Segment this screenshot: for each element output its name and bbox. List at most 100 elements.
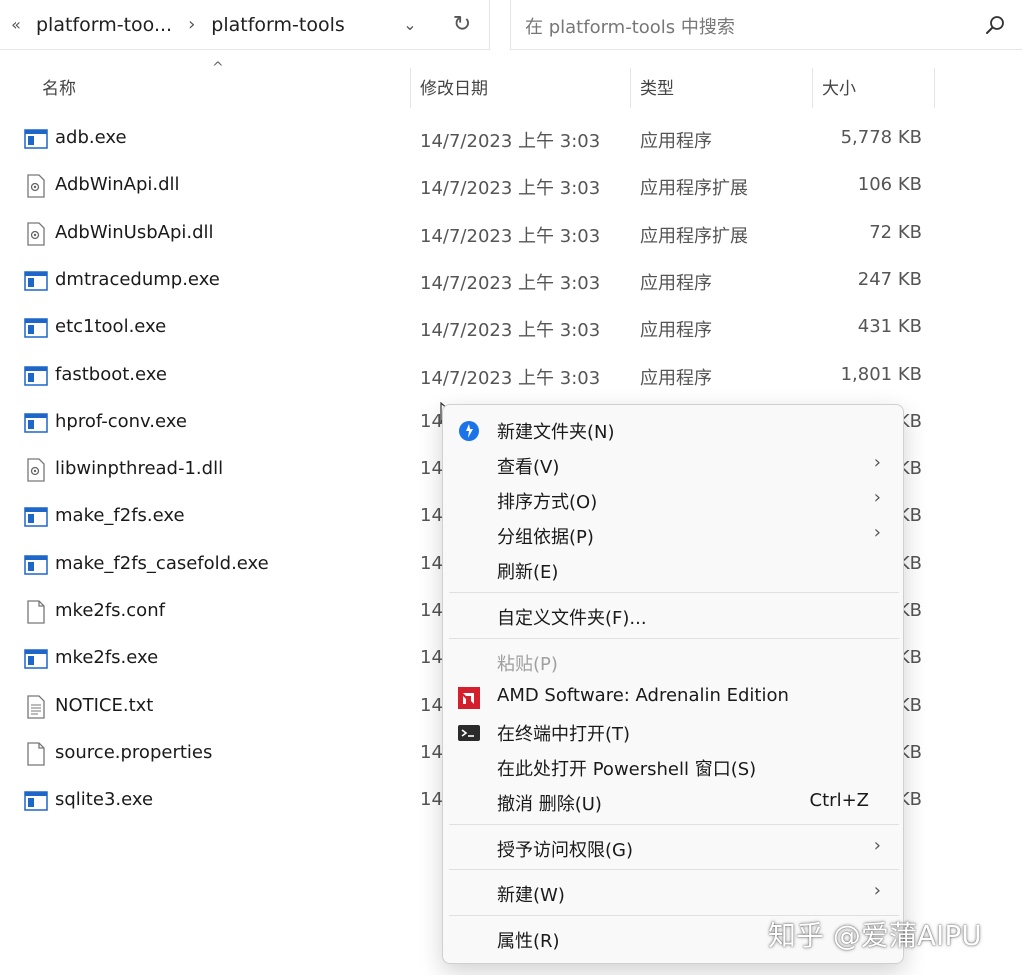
- dll-icon: [24, 221, 48, 246]
- exe-icon: [24, 553, 48, 577]
- breadcrumb-item-parent[interactable]: platform-too...: [28, 14, 180, 36]
- file-row[interactable]: dmtracedump.exe 14/7/2023 上午 3:03 应用程序 247 …: [0, 257, 940, 304]
- chevron-down-icon[interactable]: ⌄: [398, 13, 422, 37]
- file-row[interactable]: fastboot.exe 14/7/2023 上午 3:03 应用程序 1,801 K…: [0, 352, 940, 399]
- file-name: source.properties: [55, 741, 213, 763]
- menu-item-label: 自定义文件夹(F)...: [497, 608, 647, 629]
- exe-icon: [24, 647, 48, 671]
- menu-item-label: 在终端中打开(T): [497, 724, 631, 745]
- menu-item: 粘贴(P): [443, 645, 903, 679]
- menu-item[interactable]: 授予访问权限(G) ›: [443, 831, 903, 865]
- menu-item[interactable]: 新建(W) ›: [443, 876, 903, 910]
- file-row[interactable]: etc1tool.exe 14/7/2023 上午 3:03 应用程序 431 KB: [0, 304, 940, 351]
- file-name: NOTICE.txt: [55, 694, 154, 716]
- file-row[interactable]: AdbWinUsbApi.dll 14/7/2023 上午 3:03 应用程序扩展 7…: [0, 210, 940, 257]
- file-date: 14: [420, 505, 443, 527]
- search-icon[interactable]: [984, 14, 1006, 36]
- file-size: 5,778 KB: [840, 127, 922, 148]
- file-name: fastboot.exe: [55, 363, 167, 385]
- file-date: 14/7/2023 上午 3:03: [420, 272, 601, 294]
- file-name: hprof-conv.exe: [55, 410, 187, 432]
- file-name: AdbWinApi.dll: [55, 174, 180, 196]
- file-date: 14: [420, 741, 443, 763]
- menu-item-label: 粘贴(P): [497, 654, 558, 675]
- column-header-name[interactable]: 名称: [42, 70, 76, 108]
- menu-item[interactable]: 排序方式(O) ›: [443, 483, 903, 517]
- exe-icon: [24, 127, 48, 151]
- menu-item[interactable]: 在此处打开 Powershell 窗口(S): [443, 750, 903, 784]
- file-date: 14/7/2023 上午 3:03: [420, 178, 601, 200]
- menu-item[interactable]: 分组依据(P) ›: [443, 518, 903, 552]
- menu-item[interactable]: 在终端中打开(T): [443, 715, 903, 749]
- file-size: 1,801 KB: [840, 363, 922, 385]
- search-placeholder: 在 platform-tools 中搜索: [525, 17, 735, 38]
- column-divider[interactable]: [410, 68, 411, 108]
- menu-separator: [449, 592, 899, 593]
- file-name: sqlite3.exe: [55, 789, 154, 811]
- file-type: 应用程序扩展: [640, 225, 748, 247]
- file-date: 14: [420, 789, 443, 811]
- amd-icon: [457, 686, 481, 710]
- file-name: AdbWinUsbApi.dll: [55, 221, 214, 243]
- chevron-right-icon: ›: [873, 880, 881, 901]
- column-divider[interactable]: [934, 68, 935, 108]
- file-date: 14/7/2023 上午 3:03: [420, 367, 601, 389]
- file-row[interactable]: adb.exe 14/7/2023 上午 3:03 应用程序 5,778 KB: [0, 115, 940, 162]
- column-header-date[interactable]: 修改日期: [420, 70, 488, 108]
- file-row[interactable]: AdbWinApi.dll 14/7/2023 上午 3:03 应用程序扩展 106 …: [0, 162, 940, 209]
- menu-shortcut: Ctrl+Z: [809, 790, 869, 811]
- exe-icon: [24, 411, 48, 435]
- menu-item[interactable]: 新建文件夹(N): [443, 413, 903, 447]
- menu-item[interactable]: AMD Software: Adrenalin Edition: [443, 680, 903, 714]
- search-input[interactable]: 在 platform-tools 中搜索: [510, 0, 1022, 50]
- menu-item-label: 在此处打开 Powershell 窗口(S): [497, 759, 757, 780]
- file-size: 431 KB: [857, 316, 922, 338]
- watermark-text: 知乎 @爱蒲AIPU: [768, 919, 982, 952]
- file-icon: [24, 600, 48, 624]
- menu-item[interactable]: 撤消 删除(U) Ctrl+Z: [443, 785, 903, 819]
- chevron-right-icon: ›: [873, 487, 881, 508]
- file-date: 14/7/2023 上午 3:03: [420, 131, 601, 152]
- file-type: 应用程序: [640, 131, 712, 152]
- file-date: 14/7/2023 上午 3:03: [420, 320, 601, 342]
- breadcrumb-overflow-button[interactable]: «: [4, 15, 28, 34]
- exe-icon: [24, 316, 48, 340]
- file-name: mke2fs.exe: [55, 647, 159, 669]
- file-icon: [24, 742, 48, 766]
- text-file-icon: [24, 694, 48, 719]
- menu-separator: [449, 638, 899, 639]
- menu-item[interactable]: 查看(V) ›: [443, 448, 903, 482]
- chevron-right-icon: ›: [873, 452, 881, 473]
- column-header-size[interactable]: 大小: [822, 70, 856, 108]
- refresh-icon[interactable]: ↻: [448, 11, 476, 39]
- menu-item[interactable]: 自定义文件夹(F)...: [443, 599, 903, 633]
- file-name: libwinpthread-1.dll: [55, 458, 224, 480]
- column-divider[interactable]: [812, 68, 813, 108]
- file-type: 应用程序: [640, 272, 712, 294]
- file-date: 14: [420, 647, 443, 669]
- menu-item-label: 新建(W): [497, 885, 565, 906]
- menu-item-label: 分组依据(P): [497, 527, 594, 548]
- column-header-type[interactable]: 类型: [640, 70, 674, 108]
- exe-icon: [24, 789, 48, 813]
- menu-item-label: 刷新(E): [497, 562, 559, 583]
- file-name: mke2fs.conf: [55, 600, 165, 621]
- menu-item-label: 撤消 删除(U): [497, 794, 602, 815]
- breadcrumb-item-current[interactable]: platform-tools: [203, 14, 352, 36]
- file-name: etc1tool.exe: [55, 316, 167, 338]
- file-type: 应用程序: [640, 320, 712, 342]
- menu-item[interactable]: 刷新(E): [443, 553, 903, 587]
- file-size: 72 KB: [869, 221, 922, 243]
- file-name: adb.exe: [55, 127, 127, 148]
- file-date: 14: [420, 552, 443, 574]
- menu-separator: [449, 869, 899, 870]
- file-date: 14/7/2023 上午 3:03: [420, 225, 601, 247]
- exe-icon: [24, 364, 48, 388]
- file-date: 14: [420, 458, 443, 480]
- dll-icon: [24, 458, 48, 482]
- file-name: make_f2fs_casefold.exe: [55, 552, 269, 574]
- column-divider[interactable]: [630, 68, 631, 108]
- chevron-right-icon[interactable]: ›: [180, 14, 203, 35]
- menu-item-label: 授予访问权限(G): [497, 840, 633, 861]
- file-name: make_f2fs.exe: [55, 505, 185, 527]
